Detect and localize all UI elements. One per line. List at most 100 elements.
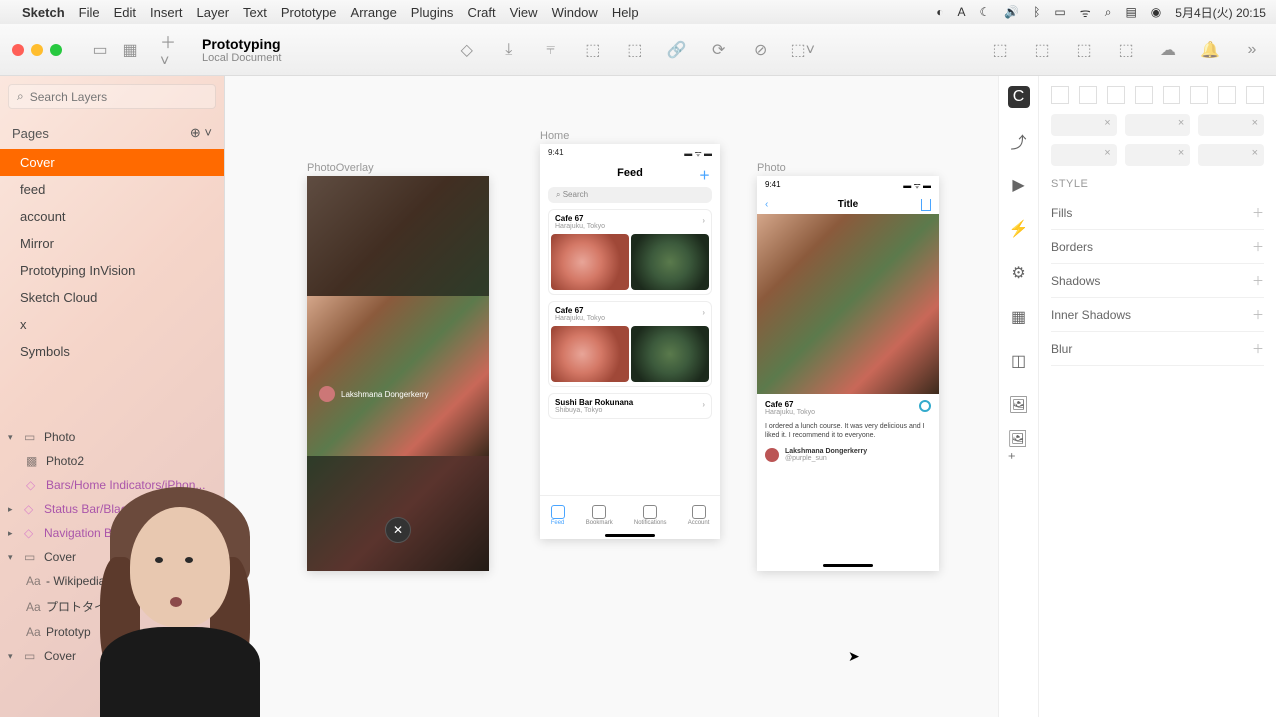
subtract-icon[interactable]: ⬚: [1030, 38, 1054, 62]
add-fill-icon[interactable]: ＋: [1252, 204, 1264, 221]
canvas-view-icon[interactable]: ▭: [88, 38, 112, 62]
components-view-icon[interactable]: ▦: [118, 38, 142, 62]
add-page-button[interactable]: ⊕ ˅: [190, 125, 212, 141]
page-item-cover[interactable]: Cover: [0, 149, 224, 176]
page-item-symbols[interactable]: Symbols: [0, 338, 224, 365]
window-maximize-button[interactable]: [50, 44, 62, 56]
menu-edit[interactable]: Edit: [114, 5, 136, 20]
menu-text[interactable]: Text: [243, 5, 267, 20]
menu-help[interactable]: Help: [612, 5, 639, 20]
menu-insert[interactable]: Insert: [150, 5, 183, 20]
close-button[interactable]: ✕: [385, 517, 411, 543]
overlay-icon[interactable]: ◫: [1008, 350, 1030, 372]
layer-row[interactable]: ▸◇Navigation Bar/St...: [0, 521, 224, 545]
dim-field[interactable]: [1051, 114, 1117, 136]
page-item-mirror[interactable]: Mirror: [0, 230, 224, 257]
wifi-icon[interactable]: ᯤ: [1080, 4, 1091, 21]
artboard-label[interactable]: PhotoOverlay: [307, 162, 374, 174]
transform-icon[interactable]: ⫧: [539, 38, 563, 62]
layer-row[interactable]: Aaプロトタイピ: [0, 593, 224, 620]
intersect-icon[interactable]: ⬚: [1072, 38, 1096, 62]
difference-icon[interactable]: ⬚: [1114, 38, 1138, 62]
dnd-icon[interactable]: ☾: [979, 5, 990, 19]
search-icon[interactable]: ⌕: [1105, 5, 1112, 20]
dim-field[interactable]: [1051, 144, 1117, 166]
status-icon[interactable]: ◐: [936, 5, 943, 19]
dim-field[interactable]: [1198, 114, 1264, 136]
borders-row[interactable]: Borders＋: [1051, 230, 1264, 264]
layer-row[interactable]: Aa- Wikipedia: [0, 569, 224, 593]
export-icon[interactable]: ⤴: [1008, 130, 1030, 152]
bluetooth-icon[interactable]: ᛒ: [1033, 5, 1040, 19]
window-minimize-button[interactable]: [31, 44, 43, 56]
layer-row[interactable]: ▾▭Photo: [0, 425, 224, 449]
menu-layer[interactable]: Layer: [197, 5, 230, 20]
symbol-icon[interactable]: ◇: [455, 38, 479, 62]
layer-row[interactable]: ◇Bars/Home Indicators/iPhon...: [0, 473, 224, 497]
siri-icon[interactable]: ◉: [1151, 5, 1161, 19]
add-blur-icon[interactable]: ＋: [1252, 340, 1264, 357]
artboard-photo[interactable]: 9:41▬ ᯤ ▬ ‹Title Cafe 67Harajuku, Tokyo …: [757, 176, 939, 571]
page-item-x[interactable]: x: [0, 311, 224, 338]
menu-plugins[interactable]: Plugins: [411, 5, 454, 20]
grid-icon[interactable]: ▦: [1008, 306, 1030, 328]
add-shadow-icon[interactable]: ＋: [1252, 272, 1264, 289]
menu-file[interactable]: File: [79, 5, 100, 20]
document-title-area[interactable]: Prototyping Local Document: [202, 36, 282, 64]
fills-row[interactable]: Fills＋: [1051, 196, 1264, 230]
control-center-icon[interactable]: ▤: [1125, 5, 1136, 19]
refresh-icon[interactable]: ⟳: [707, 38, 731, 62]
menu-prototype[interactable]: Prototype: [281, 5, 337, 20]
keyboard-icon[interactable]: A: [957, 5, 965, 19]
page-item-account[interactable]: account: [0, 203, 224, 230]
edit-icon[interactable]: ⤓: [497, 38, 521, 62]
dim-field[interactable]: [1125, 114, 1191, 136]
flatten-icon[interactable]: ⬚: [623, 38, 647, 62]
menu-window[interactable]: Window: [552, 5, 598, 20]
play-icon[interactable]: ▶: [1008, 174, 1030, 196]
layer-row[interactable]: ▸◇Status Bar/Black/100%: [0, 497, 224, 521]
artboard-label[interactable]: Home: [540, 130, 569, 142]
volume-icon[interactable]: 🔊: [1004, 5, 1019, 19]
canvas[interactable]: PhotoOverlay Lakshmana Dongerkerry ✕ Hom…: [225, 76, 998, 717]
craft-icon[interactable]: C: [1008, 86, 1030, 108]
menu-craft[interactable]: Craft: [467, 5, 495, 20]
scale-icon[interactable]: ⬚˅: [791, 38, 815, 62]
page-item-cloud[interactable]: Sketch Cloud: [0, 284, 224, 311]
layer-row[interactable]: AaPrototyp: [0, 620, 224, 644]
artboard-photooverlay[interactable]: Lakshmana Dongerkerry ✕: [307, 176, 489, 571]
artboard-home[interactable]: 9:41▬ ᯤ ▬ Feed＋ ⌕ Search Cafe 67Harajuku…: [540, 144, 720, 539]
add-border-icon[interactable]: ＋: [1252, 238, 1264, 255]
layer-row[interactable]: ▾▭Cover: [0, 644, 224, 668]
dim-field[interactable]: [1125, 144, 1191, 166]
menu-arrange[interactable]: Arrange: [351, 5, 397, 20]
link-icon[interactable]: 🔗: [665, 38, 689, 62]
search-layers-input[interactable]: ⌕ Search Layers: [8, 84, 216, 109]
align-controls[interactable]: [1051, 86, 1264, 104]
expand-icon[interactable]: »: [1240, 38, 1264, 62]
menu-view[interactable]: View: [510, 5, 538, 20]
page-item-feed[interactable]: feed: [0, 176, 224, 203]
inner-shadows-row[interactable]: Inner Shadows＋: [1051, 298, 1264, 332]
artboard-label[interactable]: Photo: [757, 162, 786, 174]
app-name[interactable]: Sketch: [22, 5, 65, 20]
page-item-invision[interactable]: Prototyping InVision: [0, 257, 224, 284]
image-add-icon[interactable]: 🖼⁺: [1008, 438, 1030, 460]
dim-field[interactable]: [1198, 144, 1264, 166]
add-inner-shadow-icon[interactable]: ＋: [1252, 306, 1264, 323]
battery-icon[interactable]: ▭: [1054, 5, 1065, 19]
image-icon[interactable]: 🖼: [1008, 394, 1030, 416]
layer-row[interactable]: ▩Photo2: [0, 449, 224, 473]
rotate-icon[interactable]: ⬚: [581, 38, 605, 62]
layer-row[interactable]: ▾▭Cover: [0, 545, 224, 569]
notifications-icon[interactable]: 🔔: [1198, 38, 1222, 62]
bolt-icon[interactable]: ⚡: [1008, 218, 1030, 240]
window-close-button[interactable]: [12, 44, 24, 56]
union-icon[interactable]: ⬚: [988, 38, 1012, 62]
mask-icon[interactable]: ⊘: [749, 38, 773, 62]
cloud-icon[interactable]: ☁: [1156, 38, 1180, 62]
blur-row[interactable]: Blur＋: [1051, 332, 1264, 366]
clock[interactable]: 5月4日(火) 20:15: [1175, 4, 1266, 21]
gear-icon[interactable]: ⚙: [1008, 262, 1030, 284]
insert-button[interactable]: ＋ ˅: [160, 38, 184, 62]
